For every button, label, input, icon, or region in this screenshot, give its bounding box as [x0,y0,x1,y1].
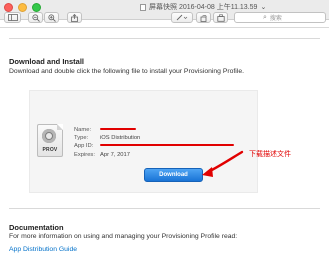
share-button[interactable] [67,12,82,23]
toolbar: ⌕ 搜索 [0,12,329,27]
window-title[interactable]: 屏幕快照 2016-04-08 上午11.13.59 ⌄ [140,2,266,12]
page-fold [57,124,63,130]
top-divider [9,38,320,39]
field-value: Apr 7, 2017 [100,152,130,158]
app-distribution-guide-link[interactable]: App Distribution Guide [9,246,77,253]
sidebar-icon [7,14,18,21]
zoom-out-button[interactable] [28,12,43,23]
search-icon: ⌕ [263,13,267,21]
gear-icon [42,129,56,143]
document-icon [140,3,146,11]
download-description: Download and double click the following … [9,68,244,75]
name-redaction [100,128,136,131]
profile-type-row: Type: iOS Distribution [74,135,140,141]
markup-button[interactable] [171,12,193,23]
provisioning-profile-file[interactable]: PROV [37,124,65,158]
window-title-text: 屏幕快照 2016-04-08 上午11.13.59 [149,4,258,11]
toolbox-icon [216,13,225,22]
rotate-button[interactable] [196,12,211,23]
section-divider [9,208,320,209]
toolbox-button[interactable] [213,12,228,23]
prov-file-label: PROV [42,147,58,153]
documentation-description: For more information on using and managi… [9,233,238,240]
documentation-heading: Documentation [9,223,64,232]
search-input[interactable]: ⌕ 搜索 [234,12,326,23]
chevron-down-icon: ⌄ [260,4,267,11]
field-label: App ID: [74,143,94,149]
field-label: Name: [74,127,92,133]
minimize-window-button[interactable] [18,3,27,12]
profile-name-row: Name: [74,127,136,133]
window-controls [4,3,41,12]
sidebar-toggle-button[interactable] [4,12,21,23]
download-button[interactable]: Download [144,168,203,182]
zoom-in-button[interactable] [44,12,59,23]
field-label: Expires: [74,152,95,158]
zoom-out-icon [31,13,40,22]
field-value: iOS Distribution [100,135,141,141]
search-placeholder: 搜索 [269,16,282,22]
download-heading: Download and Install [9,57,85,66]
share-icon [71,13,78,22]
annotation-label: 下载描述文件 [249,151,291,158]
zoom-in-icon [47,13,56,22]
page-content: Download and Install Download and double… [0,28,329,253]
pen-icon [176,14,188,21]
field-label: Type: [74,135,89,141]
zoom-window-button[interactable] [32,3,41,12]
rotate-icon [200,14,207,22]
close-window-button[interactable] [4,3,13,12]
profile-expires-row: Expires: Apr 7, 2017 [74,152,130,158]
